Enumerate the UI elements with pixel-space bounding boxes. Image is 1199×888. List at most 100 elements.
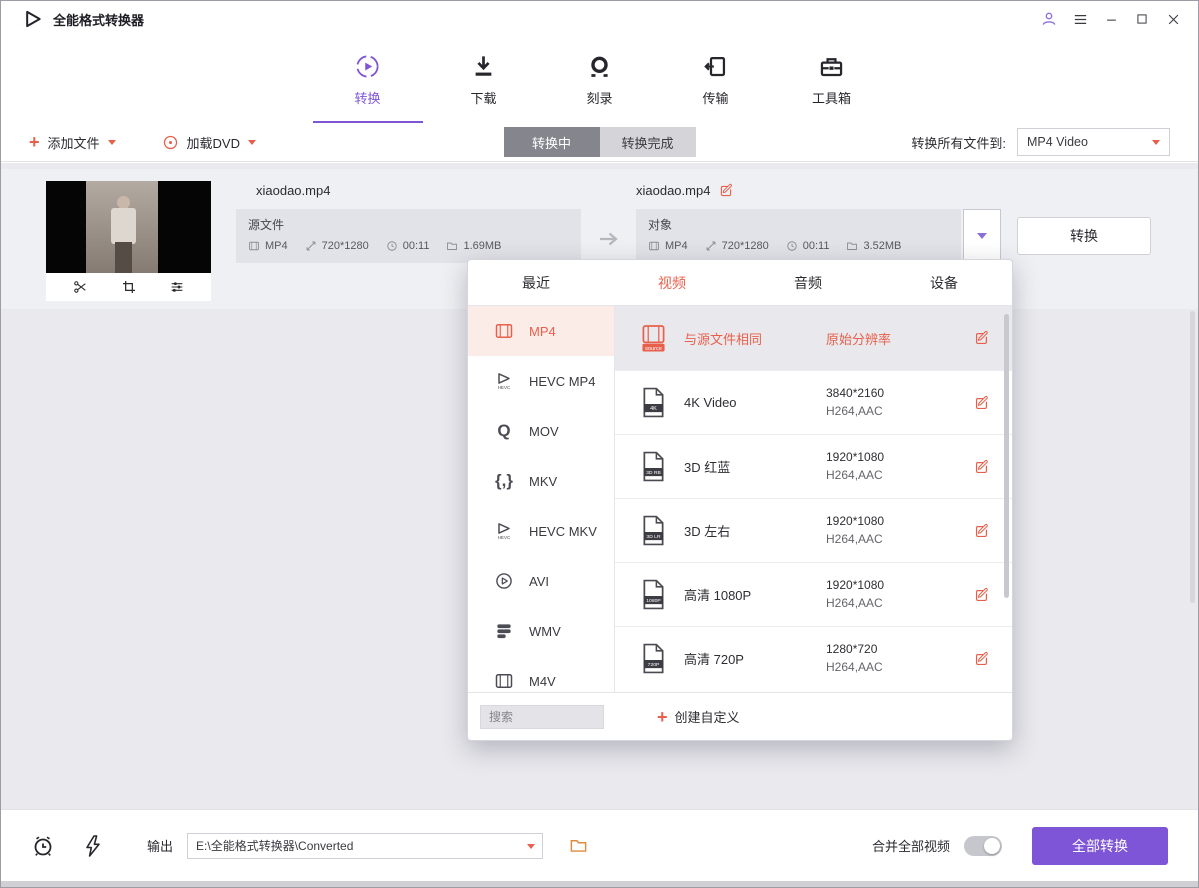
add-files-label: 添加文件 xyxy=(48,133,100,152)
svg-text:HEVC: HEVC xyxy=(498,385,511,390)
load-dvd-button[interactable]: 加载DVD xyxy=(162,133,256,152)
target-label: 对象 xyxy=(648,216,949,233)
target-file-name: xiaodao.mp4 xyxy=(636,183,710,198)
svg-text:source: source xyxy=(645,345,662,351)
convert-all-button[interactable]: 全部转换 xyxy=(1032,827,1168,865)
preset-list: source 与源文件相同 原始分辨率 4K 4K Video 3840*216… xyxy=(615,306,1012,692)
format-search-input[interactable] xyxy=(480,705,604,729)
hevc-icon: HEVC xyxy=(492,521,516,541)
format-item-avi[interactable]: AVI xyxy=(468,556,614,606)
tab-video[interactable]: 视频 xyxy=(604,260,740,305)
minimize-icon[interactable] xyxy=(1100,8,1122,30)
tab-download-label: 下载 xyxy=(470,88,496,107)
output-path-input[interactable] xyxy=(187,833,543,859)
svg-text:1080P: 1080P xyxy=(646,598,661,604)
edit-preset-icon[interactable] xyxy=(974,587,990,603)
output-format-select[interactable]: MP4 Video xyxy=(1017,128,1170,156)
format-item-m4v[interactable]: M4V xyxy=(468,656,614,692)
tab-burn-label: 刻录 xyxy=(586,88,612,107)
edit-preset-icon[interactable] xyxy=(974,651,990,667)
user-account-icon[interactable] xyxy=(1038,8,1060,30)
high-speed-icon[interactable] xyxy=(81,834,105,858)
tab-finished[interactable]: 转换完成 xyxy=(600,127,696,157)
create-custom-button[interactable]: + 创建自定义 xyxy=(657,707,740,726)
preset-codec: H264,AAC xyxy=(826,404,960,419)
tab-recent[interactable]: 最近 xyxy=(468,260,604,305)
preset-4k-video[interactable]: 4K 4K Video 3840*2160H264,AAC xyxy=(615,370,1012,434)
tab-transfer[interactable]: 传输 xyxy=(683,37,749,123)
plus-icon: + xyxy=(29,133,40,151)
source-size: 1.69MB xyxy=(446,240,501,252)
format-dropdown-button[interactable] xyxy=(963,209,1001,263)
effects-sliders-icon[interactable] xyxy=(169,279,185,295)
preset-name: 高清 720P xyxy=(684,649,826,668)
tab-toolbox[interactable]: 工具箱 xyxy=(799,37,865,123)
tab-convert[interactable]: 转换 xyxy=(335,37,401,123)
film-icon xyxy=(648,240,660,252)
format-item-mp4[interactable]: MP4 xyxy=(468,306,614,356)
bottom-bar: 输出 合并全部视频 全部转换 xyxy=(1,809,1198,881)
open-folder-icon[interactable] xyxy=(569,836,588,855)
clock-icon xyxy=(786,240,798,252)
format-item-mkv[interactable]: {,} MKV xyxy=(468,456,614,506)
preset-hd-1080p[interactable]: 1080P 高清 1080P 1920*1080H264,AAC xyxy=(615,562,1012,626)
popup-scrollbar[interactable] xyxy=(1004,314,1009,598)
content-scrollbar[interactable] xyxy=(1190,311,1195,603)
schedule-clock-icon[interactable] xyxy=(31,834,55,858)
merge-videos-toggle[interactable] xyxy=(964,836,1002,856)
plus-icon: + xyxy=(657,708,668,726)
preset-codec: H264,AAC xyxy=(826,468,960,483)
preset-hd-720p[interactable]: 720P 高清 720P 1280*720H264,AAC xyxy=(615,626,1012,690)
m4v-icon xyxy=(492,671,516,691)
format-item-mov[interactable]: Q MOV xyxy=(468,406,614,456)
source-file-icon: source xyxy=(637,323,669,354)
edit-preset-icon[interactable] xyxy=(974,395,990,411)
preset-name: 3D 左右 xyxy=(684,521,826,540)
source-info-box: 源文件 MP4 720*1280 00:11 1.69MB xyxy=(236,209,581,263)
chevron-down-icon xyxy=(248,140,256,145)
tab-burn[interactable]: 刻录 xyxy=(567,37,633,123)
add-files-button[interactable]: + 添加文件 xyxy=(29,133,116,152)
output-label: 输出 xyxy=(147,836,173,855)
hevc-icon: HEVC xyxy=(492,371,516,391)
edit-preset-icon[interactable] xyxy=(974,459,990,475)
preset-3d-leftright[interactable]: 3D LR 3D 左右 1920*1080H264,AAC xyxy=(615,498,1012,562)
toolbox-icon xyxy=(818,53,845,80)
tab-audio[interactable]: 音频 xyxy=(740,260,876,305)
menu-icon[interactable] xyxy=(1069,8,1091,30)
format-item-wmv[interactable]: WMV xyxy=(468,606,614,656)
maximize-icon[interactable] xyxy=(1131,8,1153,30)
toolbar: + 添加文件 加载DVD 转换中 转换完成 转换所有文件到: MP4 Video xyxy=(1,123,1198,162)
svg-text:3D RB: 3D RB xyxy=(646,470,661,476)
preset-same-as-source[interactable]: source 与源文件相同 原始分辨率 xyxy=(615,306,1012,370)
burn-icon xyxy=(586,53,613,80)
mp4-icon xyxy=(492,321,516,341)
format-item-hevc-mkv[interactable]: HEVC HEVC MKV xyxy=(468,506,614,556)
convert-file-button[interactable]: 转换 xyxy=(1017,217,1151,255)
tab-converting[interactable]: 转换中 xyxy=(504,127,600,157)
tab-transfer-label: 传输 xyxy=(702,88,728,107)
tab-device[interactable]: 设备 xyxy=(876,260,1012,305)
chevron-down-icon[interactable] xyxy=(527,844,535,849)
tab-convert-label: 转换 xyxy=(354,88,380,107)
output-path-box xyxy=(187,833,543,859)
window-controls xyxy=(1038,8,1184,30)
preset-codec: H264,AAC xyxy=(826,596,960,611)
preset-codec: H264,AAC xyxy=(826,532,960,547)
crop-icon[interactable] xyxy=(121,279,137,295)
source-label: 源文件 xyxy=(248,216,569,233)
app-logo-icon xyxy=(23,9,43,29)
format-item-hevc-mp4[interactable]: HEVC HEVC MP4 xyxy=(468,356,614,406)
edit-preset-icon[interactable] xyxy=(974,330,990,346)
preset-3d-redblue[interactable]: 3D RB 3D 红蓝 1920*1080H264,AAC xyxy=(615,434,1012,498)
video-thumbnail[interactable] xyxy=(46,181,211,301)
preset-resolution: 1280*720 xyxy=(826,642,877,656)
tab-download[interactable]: 下载 xyxy=(451,37,517,123)
rename-edit-icon[interactable] xyxy=(719,183,734,198)
chevron-down-icon xyxy=(1152,140,1160,145)
transfer-icon xyxy=(702,53,729,80)
close-icon[interactable] xyxy=(1162,8,1184,30)
trim-scissors-icon[interactable] xyxy=(72,279,88,295)
edit-preset-icon[interactable] xyxy=(974,523,990,539)
target-file-name-row: xiaodao.mp4 xyxy=(636,183,734,198)
